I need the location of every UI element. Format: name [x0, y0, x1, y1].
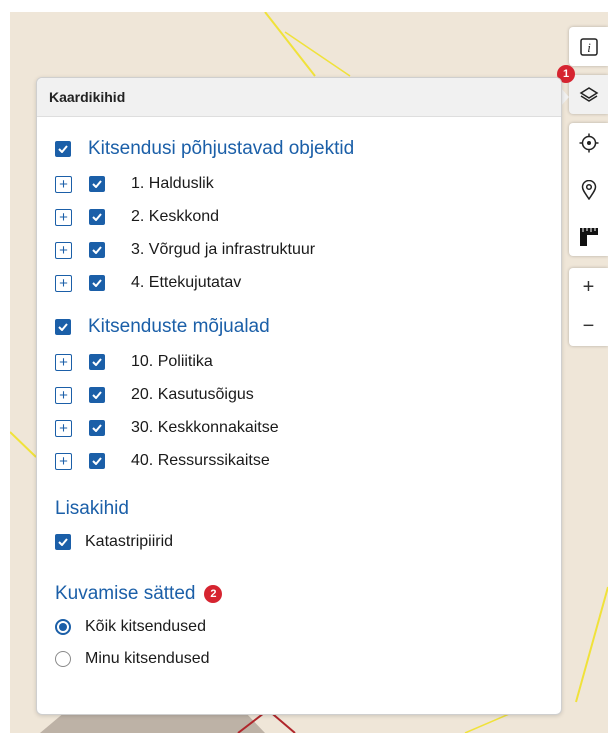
road-line — [10, 431, 37, 458]
expand-button[interactable]: + — [55, 419, 72, 437]
layer-checkbox[interactable] — [89, 176, 105, 192]
ruler-icon — [579, 227, 599, 247]
layer-label: 1. Halduslik — [131, 175, 214, 192]
layer-checkbox[interactable] — [89, 387, 105, 403]
layer-label: 2. Keskkond — [131, 208, 220, 225]
display-settings-badge: 2 — [204, 585, 223, 603]
expand-button[interactable]: + — [55, 175, 72, 193]
layer-label: 20. Kasutusõigus — [131, 386, 254, 403]
ruler-button[interactable] — [569, 217, 608, 256]
radio-option: Kõik kitsendused — [55, 618, 206, 636]
map-toolbar-zoom-group: + − — [569, 268, 608, 346]
map-toolbar-layers-group — [569, 75, 608, 114]
zoom-in-button[interactable]: + — [569, 268, 608, 307]
road-line — [575, 586, 608, 703]
info-icon: i — [579, 37, 598, 56]
road-line — [284, 31, 351, 77]
layer-checkbox[interactable] — [89, 275, 105, 291]
layer-row: + 40. Ressurssikaitse — [55, 452, 270, 470]
locate-button[interactable] — [569, 123, 608, 162]
expand-button[interactable]: + — [55, 208, 72, 226]
layer-checkbox[interactable] — [89, 453, 105, 469]
layer-row: + 1. Halduslik — [55, 175, 214, 193]
radio-label: Kõik kitsendused — [85, 618, 206, 635]
layer-label: 10. Poliitika — [131, 353, 213, 370]
group-header: Kitsendusi põhjustavad objektid — [55, 138, 354, 160]
layer-label: 40. Ressurssikaitse — [131, 452, 270, 469]
svg-text:i: i — [587, 40, 591, 55]
expand-button[interactable]: + — [55, 452, 72, 470]
expand-button[interactable]: + — [55, 241, 72, 259]
layer-checkbox[interactable] — [55, 534, 71, 550]
map-toolbar-info-group: i — [569, 27, 608, 66]
radio-option: Minu kitsendused — [55, 650, 210, 668]
expand-button[interactable]: + — [55, 386, 72, 404]
group-checkbox[interactable] — [55, 141, 71, 157]
location-pin-button[interactable] — [569, 170, 608, 209]
map-building — [40, 712, 265, 733]
display-settings-header: Kuvamise sätted 2 — [55, 583, 223, 605]
location-pin-icon — [581, 179, 597, 200]
layer-row: + 2. Keskkond — [55, 208, 219, 226]
layers-panel: Kaardikihid Kitsendusi põhjustavad objek… — [36, 77, 562, 715]
layer-checkbox[interactable] — [89, 354, 105, 370]
info-button[interactable]: i — [569, 27, 608, 66]
layer-row: + 3. Võrgud ja infrastruktuur — [55, 241, 315, 259]
layer-label: 4. Ettekujutatav — [131, 274, 242, 291]
layer-label: 3. Võrgud ja infrastruktuur — [131, 241, 316, 258]
map-toolbar-tools-group — [569, 123, 608, 256]
radio-label: Minu kitsendused — [85, 650, 210, 667]
group-header: Kitsenduste mõjualad — [55, 316, 270, 338]
layer-row: Katastripiirid — [55, 533, 173, 551]
layer-row: + 20. Kasutusõigus — [55, 386, 254, 404]
layers-icon — [579, 86, 599, 104]
panel-title: Kaardikihid — [37, 78, 561, 117]
layer-checkbox[interactable] — [89, 242, 105, 258]
locate-icon — [579, 133, 599, 153]
layer-checkbox[interactable] — [89, 209, 105, 225]
road-line — [264, 12, 316, 77]
display-settings-title: Kuvamise sätted — [55, 583, 196, 604]
expand-button[interactable]: + — [55, 274, 72, 292]
extra-layers-title: Lisakihid — [55, 498, 129, 519]
group-title: Kitsendusi põhjustavad objektid — [88, 138, 355, 159]
group-checkbox[interactable] — [55, 319, 71, 335]
radio-selected[interactable] — [55, 619, 71, 635]
expand-button[interactable]: + — [55, 353, 72, 371]
layer-row: + 4. Ettekujutatav — [55, 274, 241, 292]
zoom-out-button[interactable]: − — [569, 307, 608, 346]
radio-unselected[interactable] — [55, 651, 71, 667]
layer-row: + 30. Keskkonnakaitse — [55, 419, 279, 437]
layer-label: Katastripiirid — [85, 533, 174, 550]
layer-label: 30. Keskkonnakaitse — [131, 419, 279, 436]
layer-row: + 10. Poliitika — [55, 353, 213, 371]
layer-checkbox[interactable] — [89, 420, 105, 436]
group-title: Kitsenduste mõjualad — [88, 316, 270, 337]
layers-button[interactable] — [569, 75, 608, 114]
